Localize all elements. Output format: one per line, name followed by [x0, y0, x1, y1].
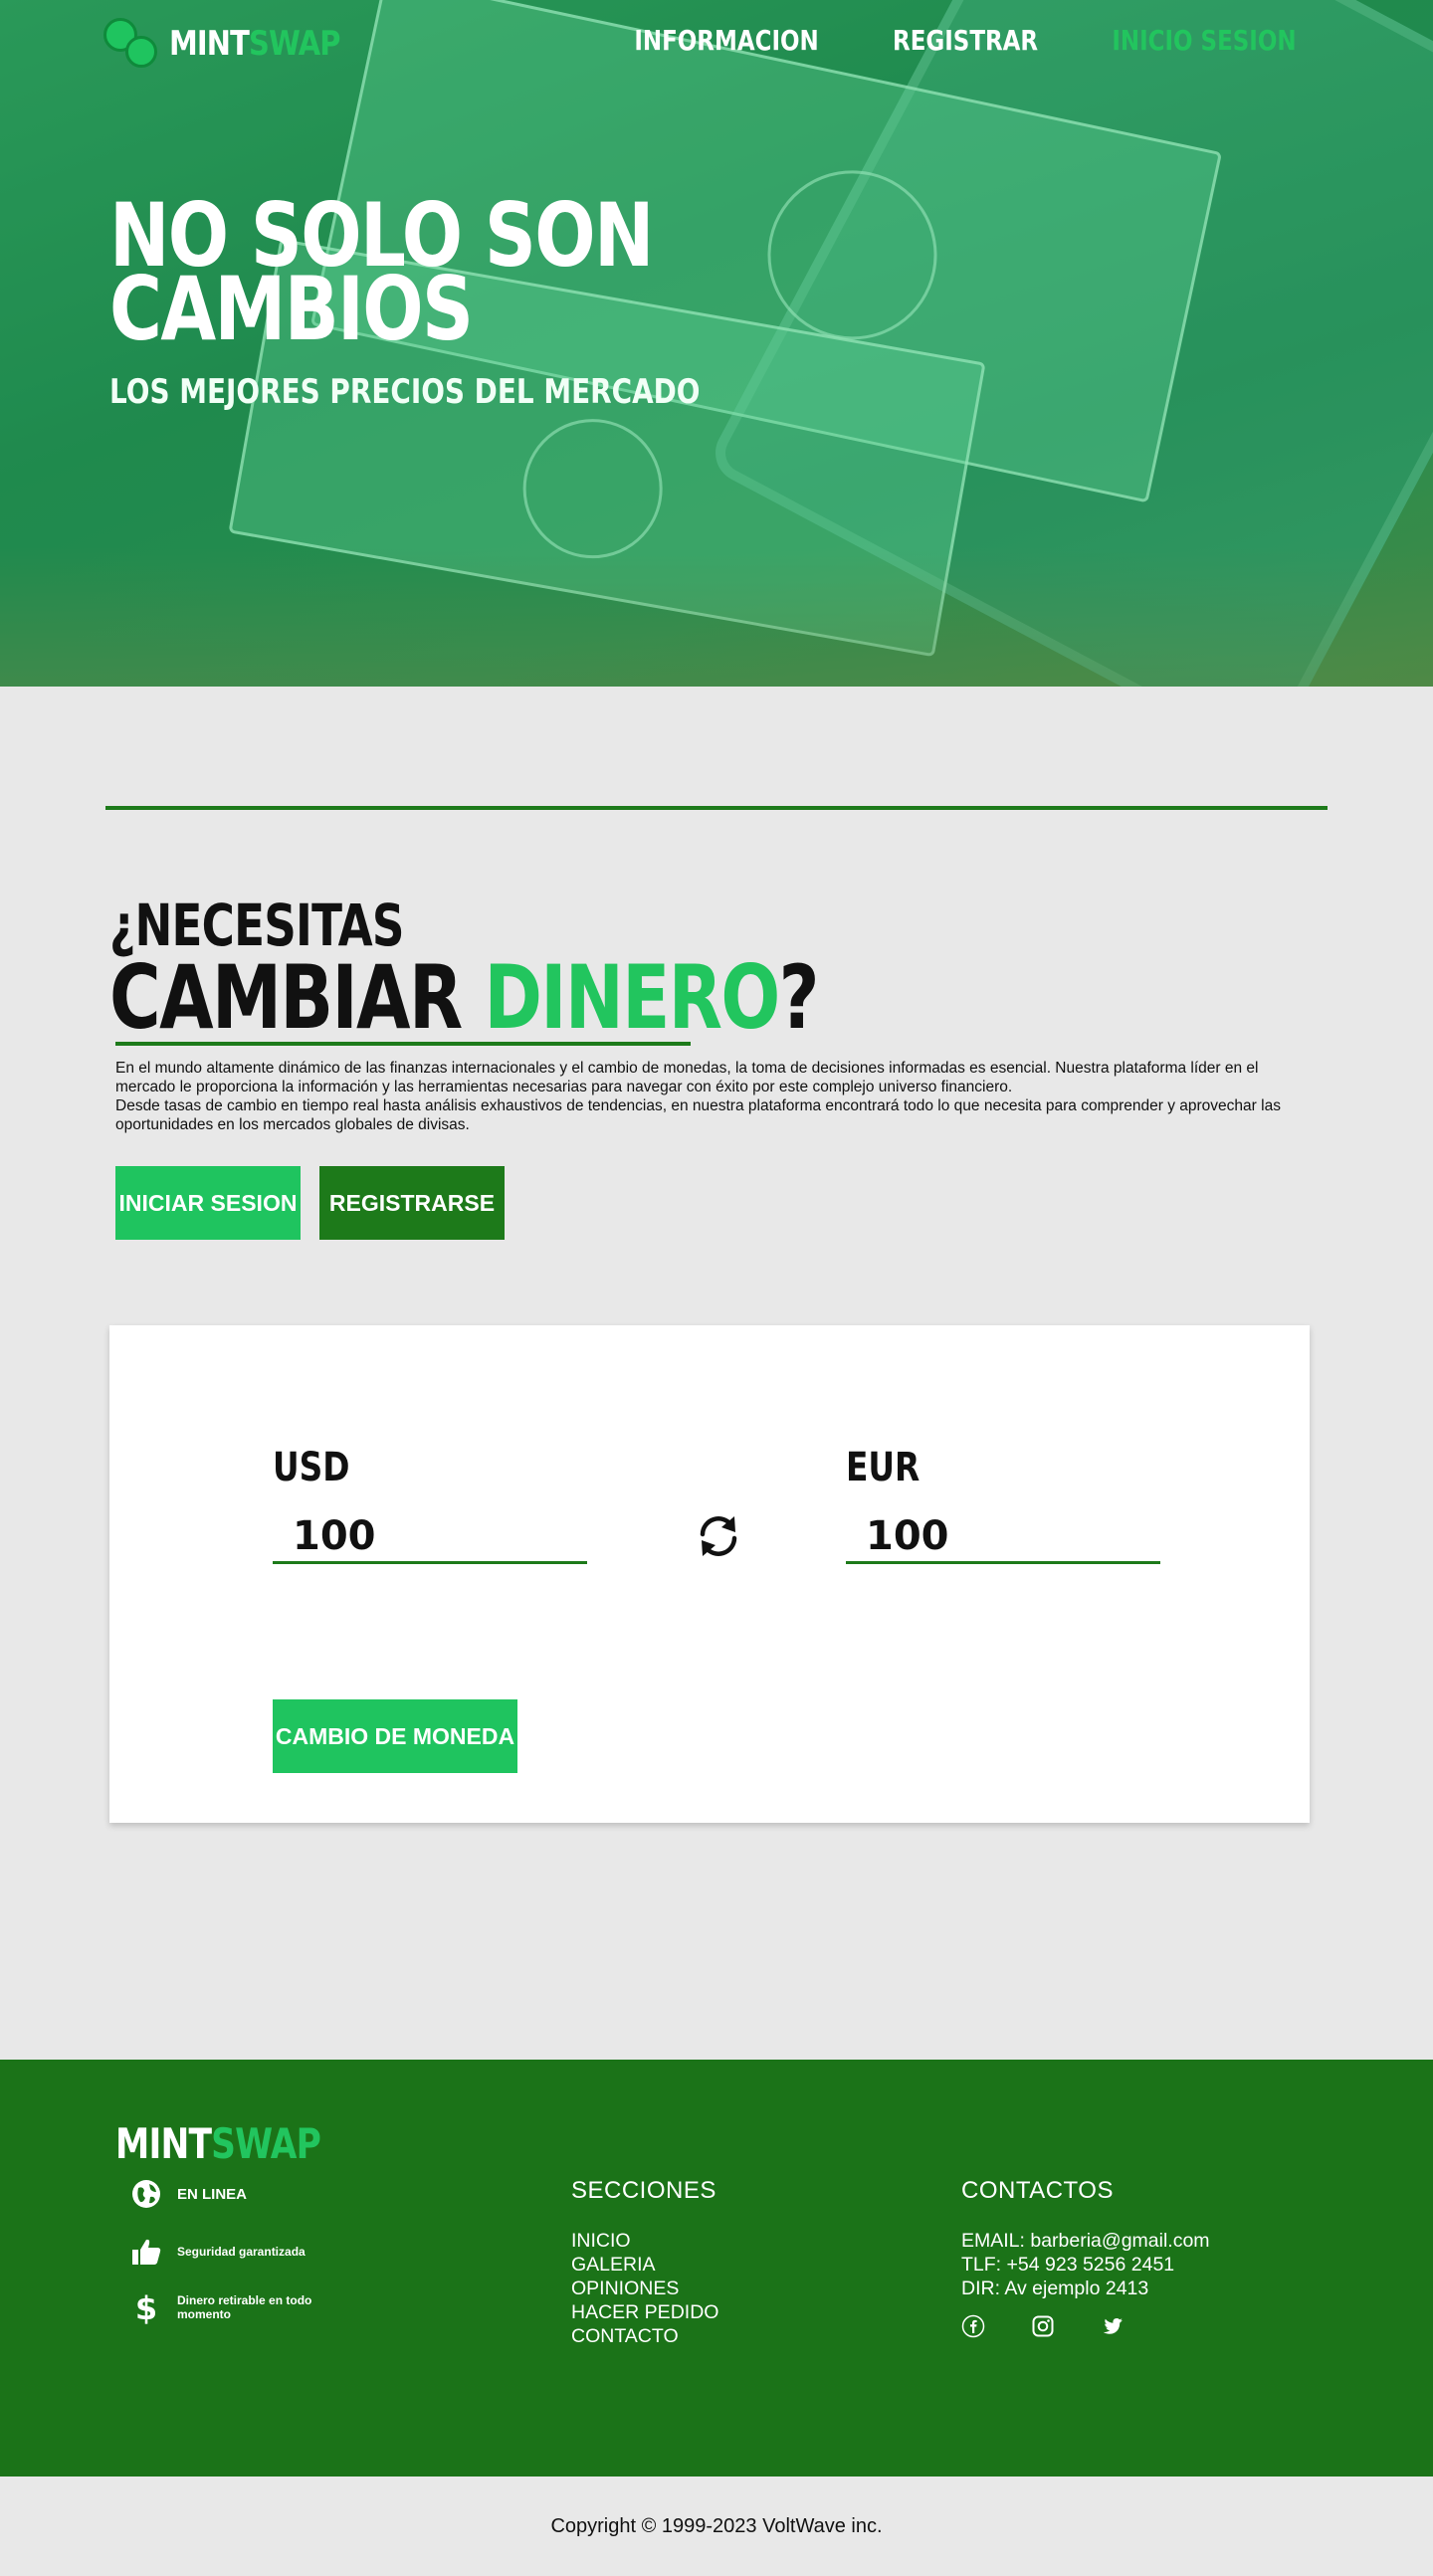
- copyright-bar: Copyright © 1999-2023 VoltWave inc.: [0, 2477, 1433, 2576]
- intro-text: En el mundo altamente dinámico de las fi…: [115, 1059, 1310, 1134]
- brand-name: MINTSWAP: [169, 24, 340, 64]
- nav-registrar[interactable]: REGISTRAR: [893, 24, 1038, 57]
- swap-icon[interactable]: [691, 1508, 746, 1564]
- to-currency-label[interactable]: EUR: [846, 1445, 920, 1490]
- contact-address: DIR: Av ejemplo 2413: [961, 2278, 1149, 2299]
- social-links: [961, 2314, 1125, 2338]
- top-navbar: MINTSWAP INFORMACION REGISTRAR INICIO SE…: [0, 0, 1433, 90]
- footer: MINTSWAP EN LINEA Seguridad garantizada …: [0, 2060, 1433, 2477]
- heading-underline: [115, 1042, 691, 1046]
- brand-logo[interactable]: MINTSWAP: [102, 16, 370, 72]
- sections-title: SECCIONES: [571, 2177, 716, 2204]
- footer-link-galeria[interactable]: GALERIA: [571, 2253, 718, 2277]
- copyright-text: Copyright © 1999-2023 VoltWave inc.: [550, 2514, 883, 2537]
- section-divider: [105, 806, 1328, 810]
- contacts-title: CONTACTOS: [961, 2177, 1114, 2204]
- facebook-icon[interactable]: [961, 2314, 985, 2338]
- thumbs-up-icon: [132, 2239, 161, 2265]
- from-currency-label[interactable]: USD: [273, 1445, 349, 1490]
- from-amount-input[interactable]: [273, 1510, 587, 1564]
- footer-link-opiniones[interactable]: OPINIONES: [571, 2277, 718, 2300]
- twitter-icon[interactable]: [1101, 2314, 1125, 2338]
- to-amount-input[interactable]: [846, 1510, 1160, 1564]
- nav-inicio-sesion[interactable]: INICIO SESION: [1112, 24, 1296, 57]
- register-button[interactable]: REGISTRARSE: [319, 1166, 505, 1240]
- feature-label: Seguridad garantizada: [177, 2245, 306, 2259]
- intro-paragraph: En el mundo altamente dinámico de las fi…: [115, 1060, 1259, 1095]
- feature-label: EN LINEA: [177, 2185, 248, 2203]
- convert-button[interactable]: CAMBIO DE MONEDA: [273, 1699, 517, 1773]
- contacts-list: EMAIL: barberia@gmail.com TLF: +54 923 5…: [961, 2229, 1210, 2300]
- feature-online: EN LINEA: [129, 2177, 247, 2211]
- globe-icon: [132, 2180, 160, 2208]
- sections-list: INICIO GALERIA OPINIONES HACER PEDIDO CO…: [571, 2229, 718, 2348]
- hero-title-line2: CAMBIOS: [109, 258, 474, 360]
- footer-link-hacer-pedido[interactable]: HACER PEDIDO: [571, 2300, 718, 2324]
- contact-phone: TLF: +54 923 5256 2451: [961, 2254, 1175, 2276]
- footer-link-inicio[interactable]: INICIO: [571, 2229, 718, 2253]
- instagram-icon[interactable]: [1031, 2314, 1055, 2338]
- coins-icon: [102, 16, 161, 72]
- svg-text:$: $: [135, 2290, 157, 2324]
- feature-security: Seguridad garantizada: [129, 2235, 306, 2269]
- feature-withdrawable: $ Dinero retirable en todo momento: [129, 2290, 336, 2324]
- intro-heading-big: CAMBIAR DINERO?: [109, 946, 819, 1049]
- hero-banner: MINTSWAP INFORMACION REGISTRAR INICIO SE…: [0, 0, 1433, 687]
- nav-informacion[interactable]: INFORMACION: [634, 24, 818, 57]
- hero-subtitle: LOS MEJORES PRECIOS DEL MERCADO: [109, 372, 701, 412]
- contact-email: EMAIL: barberia@gmail.com: [961, 2230, 1210, 2252]
- feature-label: Dinero retirable en todo momento: [177, 2293, 312, 2321]
- dollar-icon: $: [135, 2290, 157, 2324]
- currency-converter-card: USD EUR CAMBIO DE MONEDA: [109, 1325, 1310, 1823]
- hero-title: NO SOLO SON CAMBIOS: [109, 192, 654, 353]
- login-button[interactable]: INICIAR SESION: [115, 1166, 301, 1240]
- intro-paragraph: Desde tasas de cambio en tiempo real has…: [115, 1097, 1281, 1133]
- nav-links: INFORMACION REGISTRAR INICIO SESION: [614, 24, 1317, 57]
- footer-brand-name: MINTSWAP: [115, 2119, 321, 2168]
- footer-link-contacto[interactable]: CONTACTO: [571, 2324, 718, 2348]
